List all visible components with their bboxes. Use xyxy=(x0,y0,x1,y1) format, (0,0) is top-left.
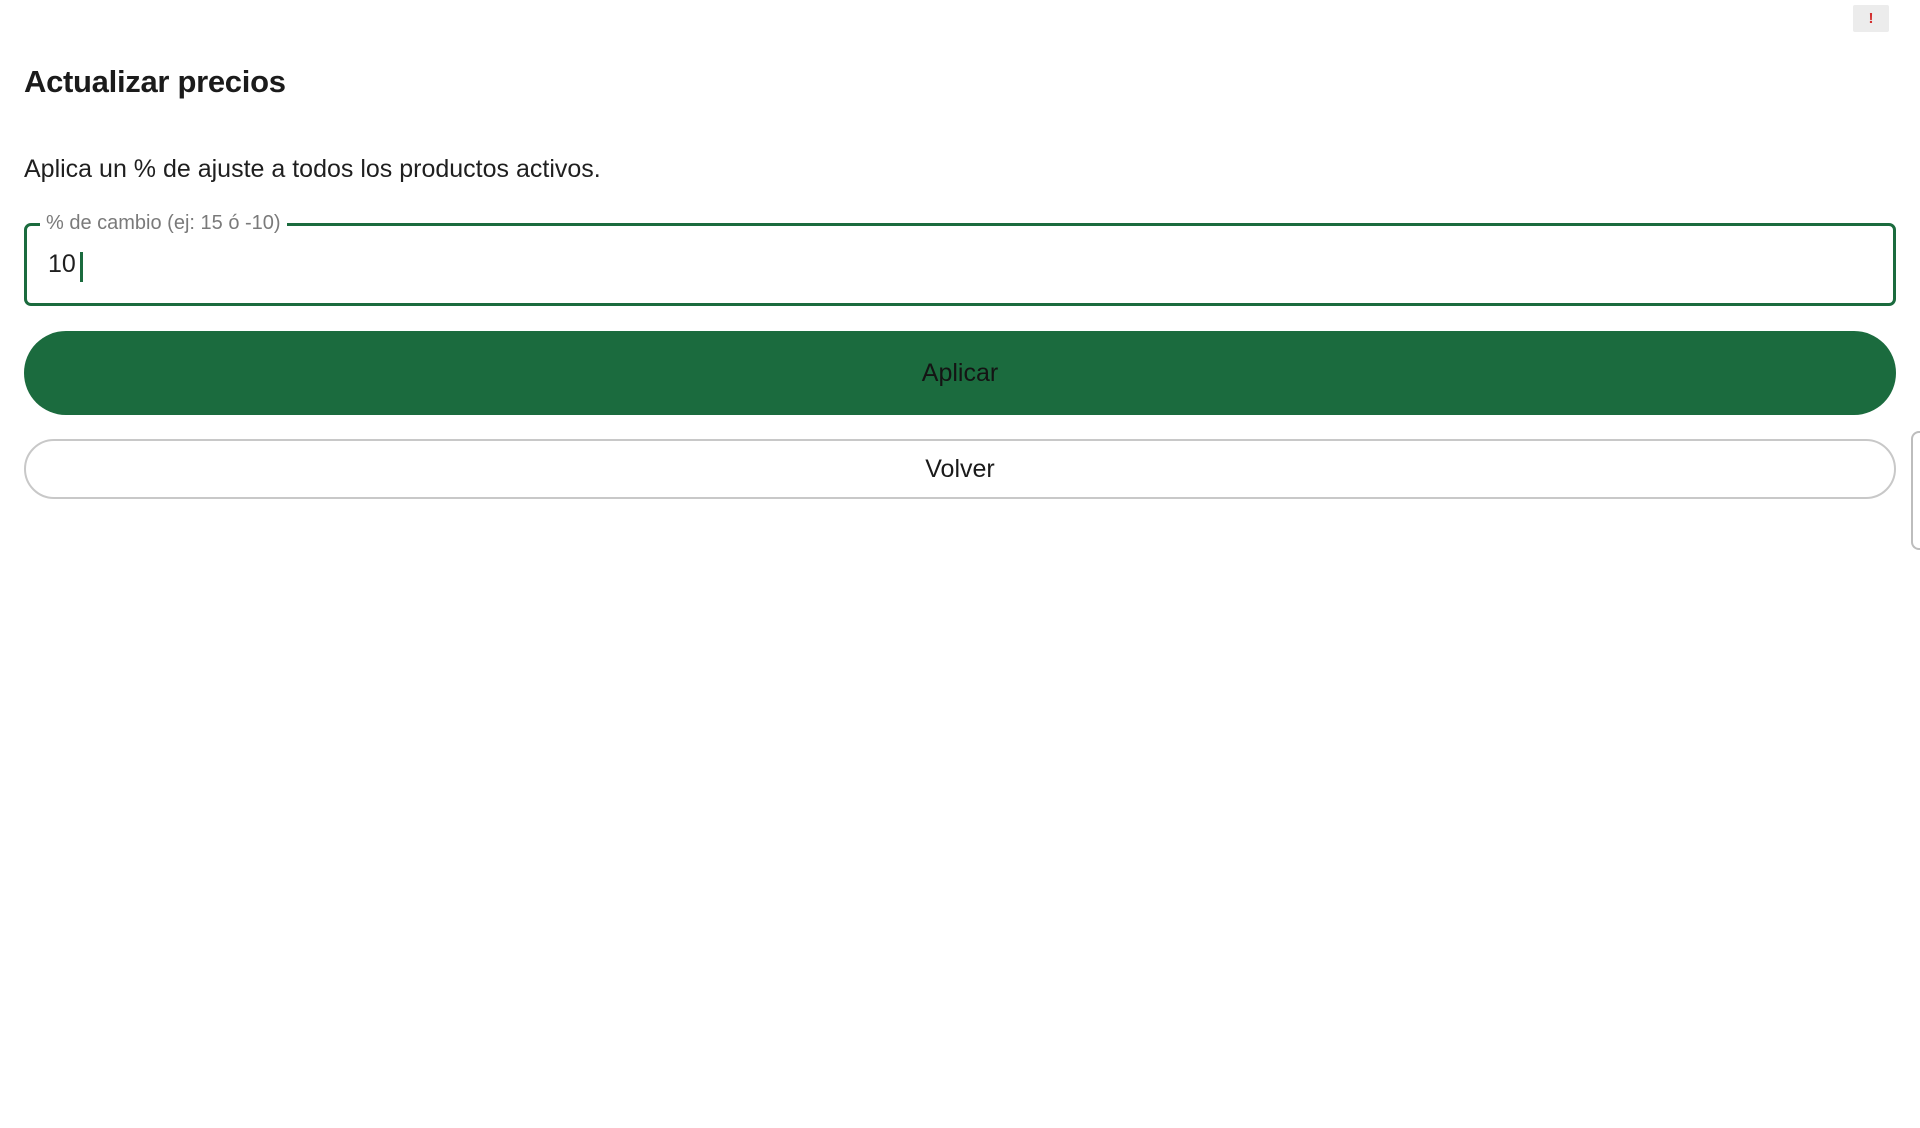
text-caret xyxy=(80,252,83,282)
apply-button[interactable]: Aplicar xyxy=(24,331,1896,415)
status-indicator[interactable]: ! xyxy=(1853,5,1889,32)
side-panel-handle[interactable] xyxy=(1911,431,1920,550)
page-description: Aplica un % de ajuste a todos los produc… xyxy=(24,155,601,183)
back-button[interactable]: Volver xyxy=(24,439,1896,499)
page-title: Actualizar precios xyxy=(24,64,286,99)
alert-icon: ! xyxy=(1868,10,1874,27)
percent-change-field: % de cambio (ej: 15 ó -10) xyxy=(24,211,1896,306)
screen: ! Actualizar precios Aplica un % de ajus… xyxy=(0,0,1920,1128)
percent-change-input[interactable] xyxy=(27,226,1893,303)
